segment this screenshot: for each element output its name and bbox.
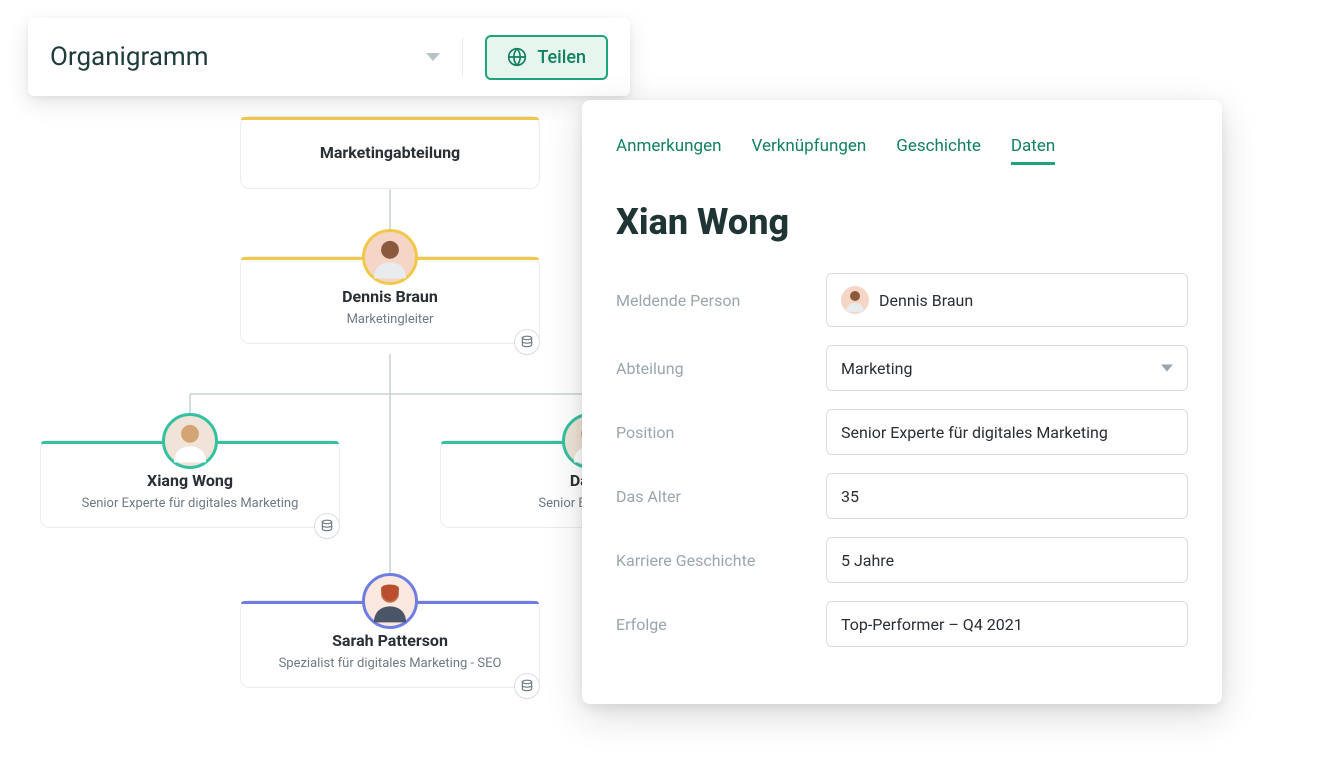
age-input[interactable]: 35 (826, 473, 1188, 519)
document-title[interactable]: Organigramm (50, 42, 426, 72)
node-xiang-wong[interactable]: Xiang Wong Senior Experte für digitales … (40, 440, 340, 528)
field-career-history: Karriere Geschichte 5 Jahre (616, 537, 1188, 583)
avatar-icon (841, 286, 869, 314)
avatar (362, 229, 418, 285)
divider (462, 38, 463, 76)
field-position: Position Senior Experte für digitales Ma… (616, 409, 1188, 455)
database-icon[interactable] (514, 329, 540, 355)
position-input[interactable]: Senior Experte für digitales Marketing (826, 409, 1188, 455)
chevron-down-icon (1161, 365, 1173, 372)
field-value: Top-Performer – Q4 2021 (841, 615, 1023, 634)
node-name: Sarah Patterson (253, 631, 527, 650)
share-button[interactable]: Teilen (485, 35, 608, 80)
tab-anmerkungen[interactable]: Anmerkungen (616, 136, 722, 165)
node-role: Senior Experte für digitales Marketing (53, 496, 327, 511)
field-achievements: Erfolge Top-Performer – Q4 2021 (616, 601, 1188, 647)
field-label: Karriere Geschichte (616, 551, 806, 570)
field-department: Abteilung Marketing (616, 345, 1188, 391)
node-sarah-patterson[interactable]: Sarah Patterson Spezialist für digitales… (240, 600, 540, 688)
tabs: Anmerkungen Verknüpfungen Geschichte Dat… (616, 136, 1188, 165)
share-button-label: Teilen (537, 47, 586, 68)
field-value: 5 Jahre (841, 551, 894, 570)
reporting-person-input[interactable]: Dennis Braun (826, 273, 1188, 327)
avatar (162, 413, 218, 469)
achievements-input[interactable]: Top-Performer – Q4 2021 (826, 601, 1188, 647)
career-history-input[interactable]: 5 Jahre (826, 537, 1188, 583)
field-label: Das Alter (616, 487, 806, 506)
node-department[interactable]: Marketingabteilung (240, 116, 540, 189)
title-dropdown-icon[interactable] (426, 53, 440, 61)
field-value: Marketing (841, 359, 912, 378)
globe-icon (507, 47, 527, 67)
node-name: Dennis Braun (253, 287, 527, 306)
field-age: Das Alter 35 (616, 473, 1188, 519)
field-label: Abteilung (616, 359, 806, 378)
field-value: Dennis Braun (879, 291, 973, 310)
department-select[interactable]: Marketing (826, 345, 1188, 391)
field-label: Position (616, 423, 806, 442)
panel-title: Xian Wong (616, 201, 1188, 243)
database-icon[interactable] (314, 513, 340, 539)
details-panel: Anmerkungen Verknüpfungen Geschichte Dat… (582, 100, 1222, 704)
node-lead[interactable]: Dennis Braun Marketingleiter (240, 256, 540, 344)
node-role: Marketingleiter (253, 312, 527, 327)
database-icon[interactable] (514, 673, 540, 699)
tab-geschichte[interactable]: Geschichte (896, 136, 981, 165)
tab-daten[interactable]: Daten (1011, 136, 1055, 165)
field-value: Senior Experte für digitales Marketing (841, 423, 1108, 442)
field-reporting-person: Meldende Person Dennis Braun (616, 273, 1188, 327)
tab-verknuepfungen[interactable]: Verknüpfungen (752, 136, 867, 165)
node-title: Marketingabteilung (253, 143, 527, 162)
toolbar: Organigramm Teilen (28, 18, 630, 96)
field-value: 35 (841, 487, 859, 506)
node-name: Xiang Wong (53, 471, 327, 490)
node-role: Spezialist für digitales Marketing - SEO (253, 656, 527, 671)
field-label: Erfolge (616, 615, 806, 634)
node-accent (241, 117, 539, 120)
avatar (362, 573, 418, 629)
field-label: Meldende Person (616, 291, 806, 310)
